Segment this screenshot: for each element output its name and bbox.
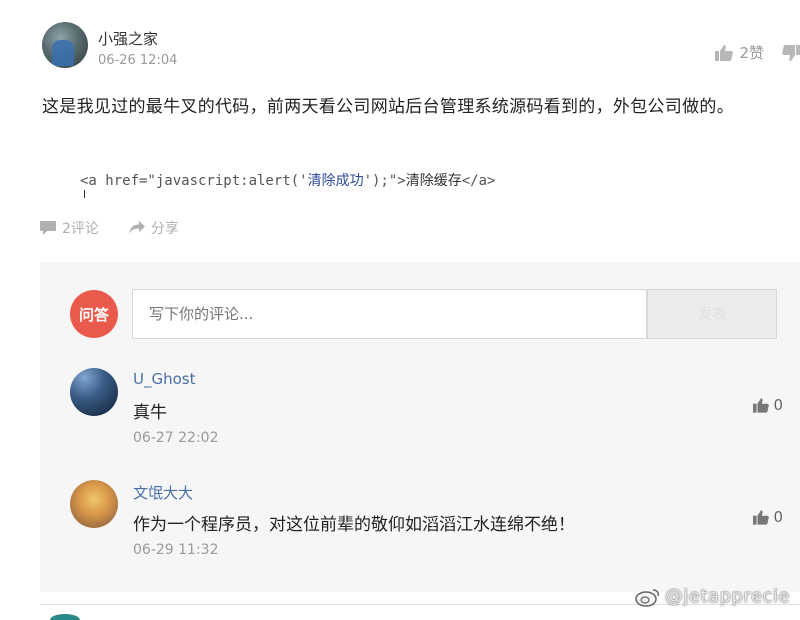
code-link-text: 清除缓存 — [405, 173, 462, 189]
comment-panel: 问答 发表 U_Ghost 真牛 06-27 22:02 0 文氓大大 作为一个… — [40, 262, 800, 592]
author-avatar[interactable] — [42, 22, 88, 68]
comment-like-button[interactable]: 0 — [753, 508, 783, 526]
comment-input[interactable] — [132, 289, 647, 339]
weibo-icon — [635, 588, 659, 607]
like-button[interactable]: 2赞 — [715, 42, 764, 63]
watermark-text: @jetapprecie — [664, 586, 790, 607]
thumbs-up-icon — [753, 397, 770, 413]
comment-like-button[interactable]: 0 — [753, 396, 783, 414]
thumbs-down-icon — [782, 44, 800, 61]
commenter-avatar[interactable] — [70, 368, 118, 416]
code-open-tag: <a href="javascript:alert(' — [80, 173, 308, 189]
post-body: 这是我见过的最牛叉的代码，前两天看公司网站后台管理系统源码看到的，外包公司做的。 — [42, 97, 734, 117]
comment-time: 06-29 11:32 — [133, 542, 219, 558]
post-header: 小强之家 06-26 12:04 2赞 — [42, 22, 800, 72]
post-date: 06-26 12:04 — [98, 53, 178, 68]
next-post-avatar — [50, 614, 80, 620]
commenter-name[interactable]: U_Ghost — [133, 370, 195, 388]
comment-like-count: 0 — [773, 508, 783, 526]
thumbs-up-icon — [715, 44, 734, 61]
code-alert-message: 清除成功 — [307, 173, 364, 189]
like-count: 2赞 — [739, 44, 764, 62]
comment-count: 2评论 — [62, 221, 99, 237]
wenda-logo: 问答 — [70, 290, 118, 338]
post-footer: 2评论 分享 — [40, 218, 179, 238]
code-close-tag: </a> — [461, 173, 496, 189]
comment-text: 真牛 — [133, 403, 167, 423]
author-name[interactable]: 小强之家 — [98, 28, 158, 49]
share-button[interactable]: 分享 — [128, 218, 179, 238]
watermark: @jetapprecie — [635, 586, 790, 607]
comment-like-count: 0 — [773, 396, 783, 414]
comment-button[interactable]: 2评论 — [40, 218, 99, 238]
comment-text: 作为一个程序员，对这位前辈的敬仰如滔滔江水连绵不绝！ — [133, 515, 575, 535]
comment-time: 06-27 22:02 — [133, 430, 219, 446]
code-snippet: <a href="javascript:alert('清除成功');">清除缓存… — [80, 170, 495, 190]
post-actions: 2赞 — [715, 42, 800, 63]
commenter-avatar[interactable] — [70, 480, 118, 528]
comment-bubble-icon — [40, 221, 56, 235]
commenter-name[interactable]: 文氓大大 — [133, 482, 193, 503]
text-cursor — [84, 190, 85, 198]
send-button[interactable]: 发表 — [647, 289, 777, 339]
code-mid: ');"> — [363, 173, 406, 189]
dislike-button[interactable] — [782, 44, 800, 61]
share-arrow-icon — [128, 221, 145, 234]
thumbs-up-icon — [753, 509, 770, 525]
share-label: 分享 — [150, 221, 179, 237]
